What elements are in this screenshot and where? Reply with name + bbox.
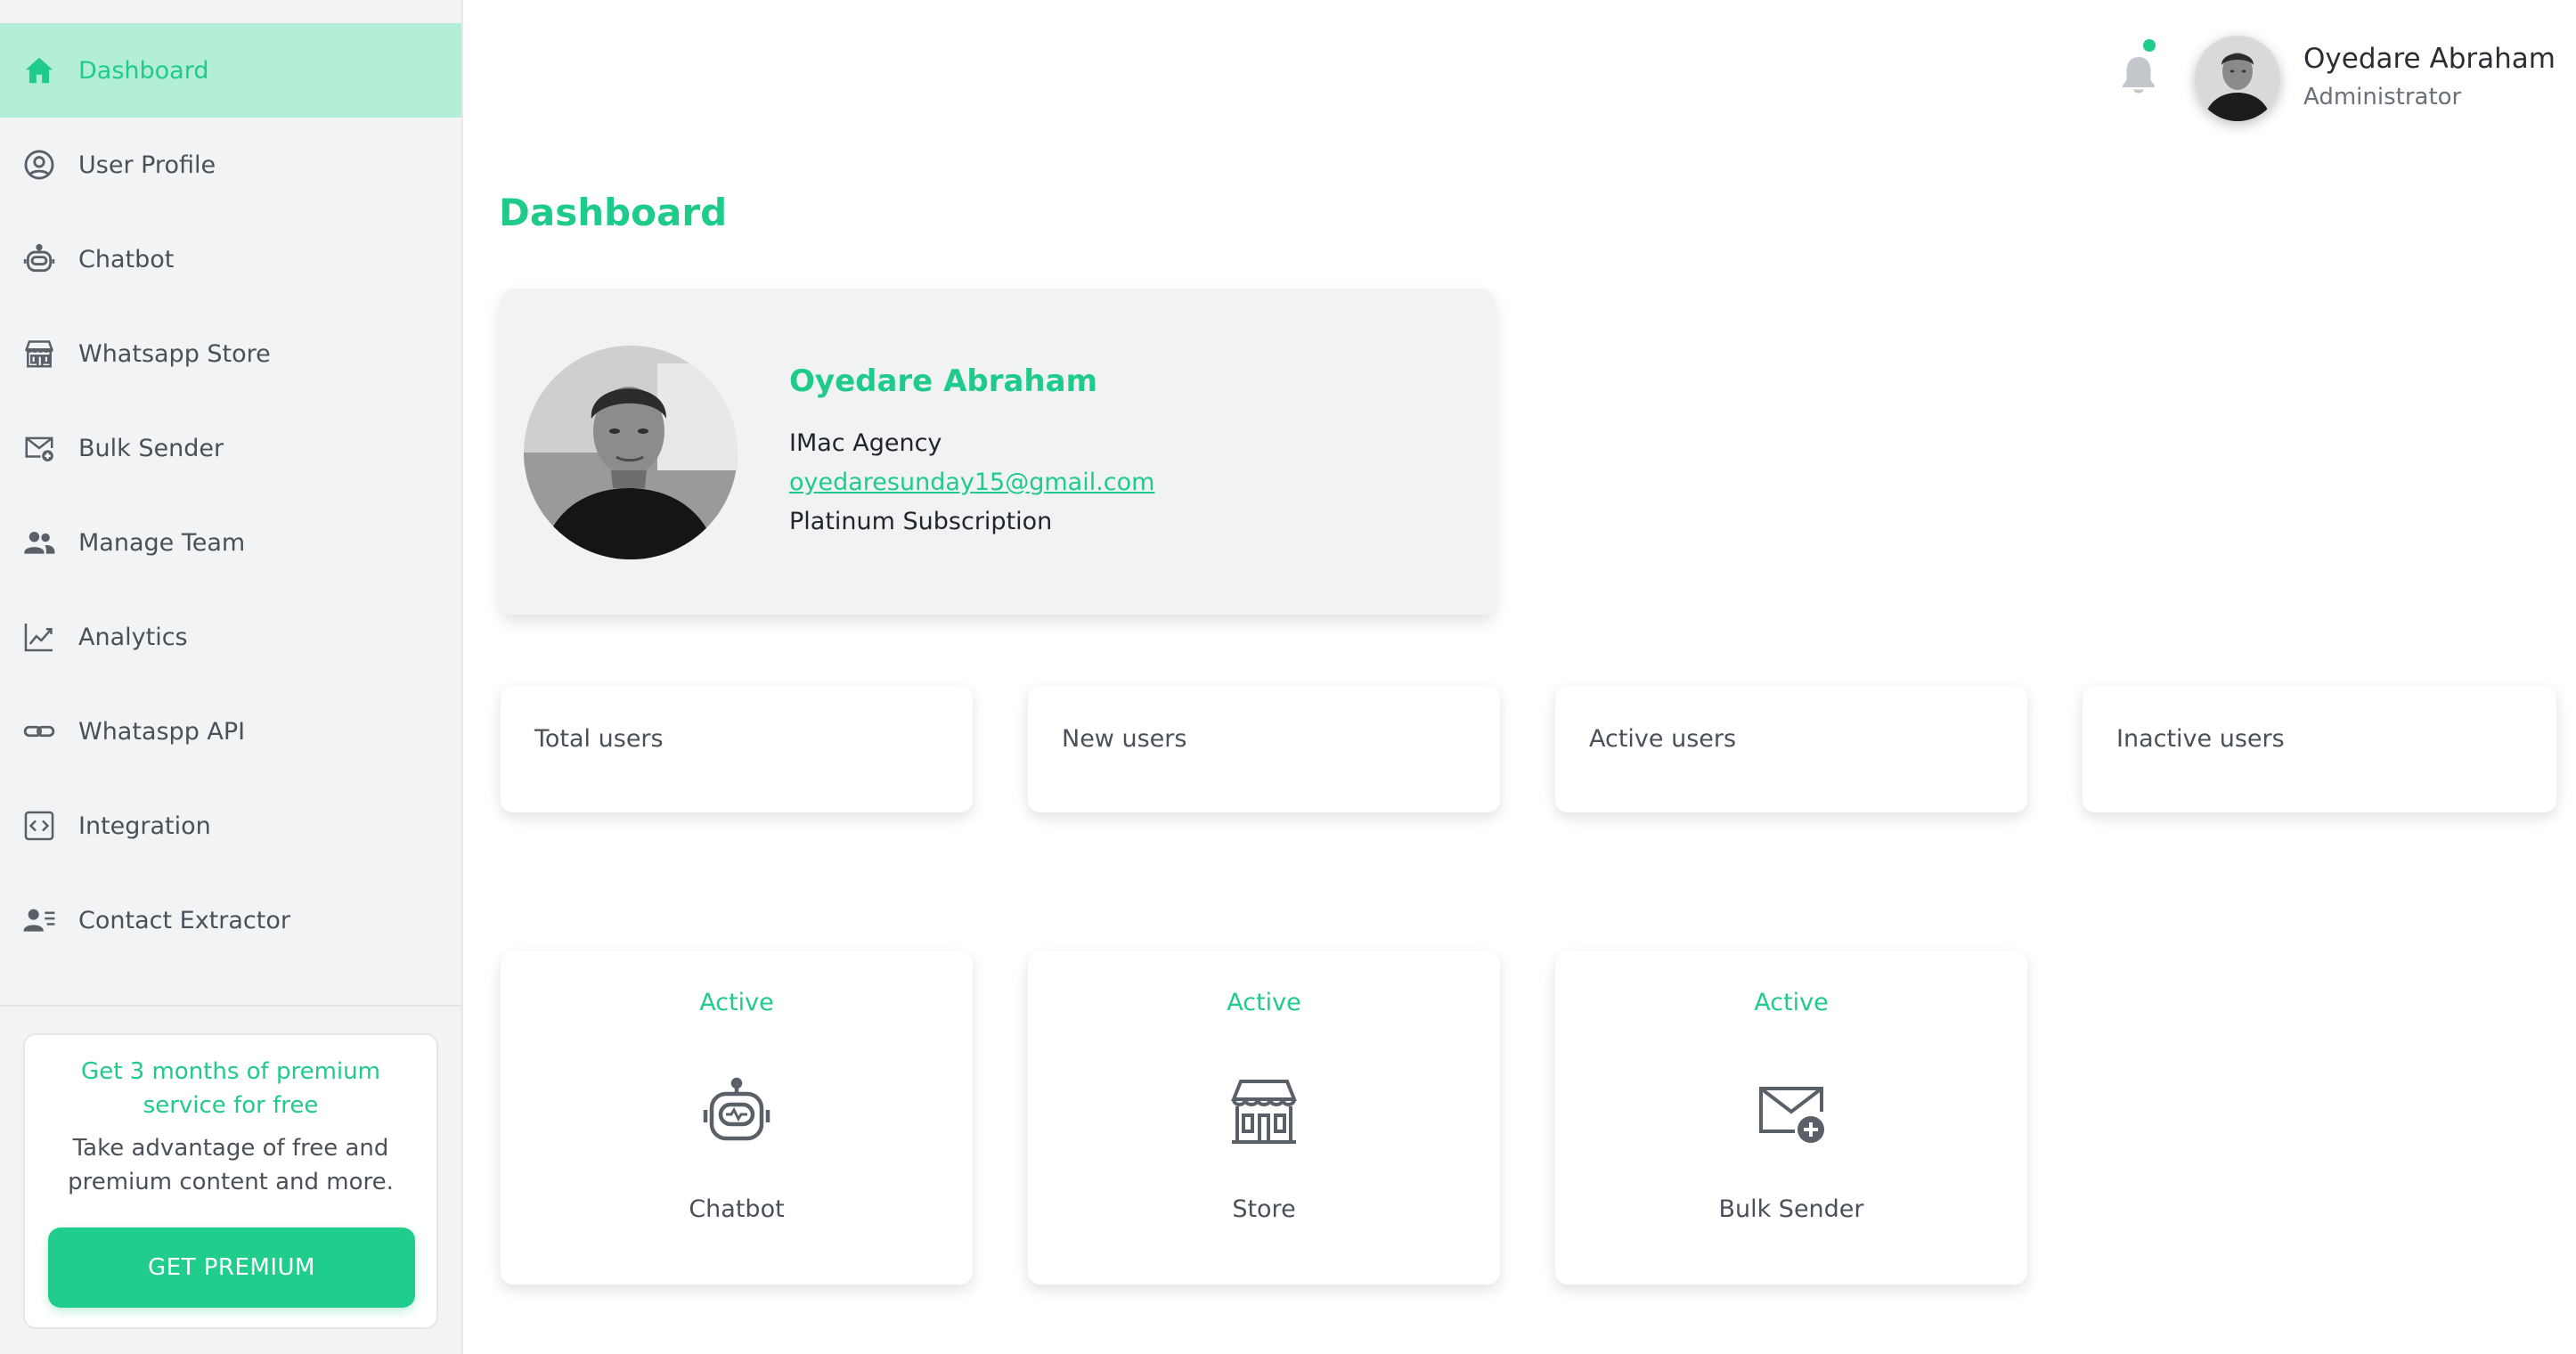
link-icon: [21, 714, 57, 749]
sidebar-item-label: User Profile: [78, 151, 216, 179]
sidebar-item-partial[interactable]: [0, 967, 461, 1005]
service-card-bulk-sender[interactable]: Active Bulk Sender: [1555, 951, 2027, 1285]
sidebar-item-manage-team[interactable]: Manage Team: [0, 495, 461, 590]
service-status: Active: [1227, 989, 1301, 1016]
sidebar-divider: [0, 1005, 461, 1007]
stat-card-active-users: Active users: [1555, 686, 2027, 812]
stat-card-inactive-users: Inactive users: [2083, 686, 2556, 812]
profile-subscription: Platinum Subscription: [789, 508, 1053, 535]
home-icon: [21, 53, 57, 88]
team-icon: [21, 525, 57, 560]
stat-label: New users: [1062, 725, 1187, 753]
chart-line-icon: [21, 619, 57, 655]
stat-card-total-users: Total users: [501, 686, 973, 812]
sidebar-item-label: Bulk Sender: [78, 434, 224, 462]
sidebar-item-chatbot[interactable]: Chatbot: [0, 212, 461, 306]
profile-avatar: [524, 346, 738, 559]
sidebar-item-label: Whatsapp Store: [78, 339, 271, 368]
sidebar-item-analytics[interactable]: Analytics: [0, 590, 461, 684]
sidebar-item-contact-extractor[interactable]: Contact Extractor: [0, 873, 461, 967]
contact-list-icon: [21, 902, 57, 938]
sidebar-item-integration[interactable]: Integration: [0, 779, 461, 873]
code-icon: [21, 808, 57, 844]
header-user-role: Administrator: [2303, 84, 2462, 110]
profile-email-link[interactable]: oyedaresunday15@gmail.com: [789, 469, 1154, 496]
sidebar-item-bulk-sender[interactable]: Bulk Sender: [0, 401, 461, 495]
service-label: Store: [1232, 1195, 1296, 1223]
profile-company: IMac Agency: [789, 429, 942, 457]
service-card-store[interactable]: Active Store: [1028, 951, 1500, 1285]
premium-promo-card: Get 3 months of premium service for free…: [23, 1033, 438, 1329]
user-circle-icon: [21, 147, 57, 183]
store-icon: [21, 336, 57, 371]
header-user-name: Oyedare Abraham: [2303, 43, 2556, 75]
header-avatar[interactable]: [2195, 36, 2280, 121]
service-card-chatbot[interactable]: Active Chatbot: [501, 951, 973, 1285]
cloud-icon: [21, 997, 57, 1005]
sidebar-nav: Dashboard User Profile Chatbot Whatsapp …: [0, 23, 461, 1005]
mail-plus-icon: [1756, 1076, 1827, 1147]
service-status: Active: [699, 989, 774, 1016]
robot-icon: [21, 241, 57, 277]
sidebar-item-label: Whataspp API: [78, 717, 246, 746]
robot-icon: [701, 1076, 772, 1147]
stat-label: Inactive users: [2116, 725, 2285, 753]
service-label: Bulk Sender: [1718, 1195, 1864, 1223]
stat-label: Active users: [1589, 725, 1737, 753]
get-premium-button[interactable]: GET PREMIUM: [48, 1228, 415, 1308]
promo-title: Get 3 months of premium service for free: [81, 1058, 380, 1119]
page-title: Dashboard: [499, 191, 728, 234]
notification-dot: [2143, 39, 2156, 52]
promo-text: Take advantage of free and premium conte…: [68, 1135, 394, 1195]
profile-name: Oyedare Abraham: [789, 363, 1098, 399]
sidebar-item-label: Dashboard: [78, 56, 209, 85]
service-label: Chatbot: [689, 1195, 785, 1223]
sidebar-item-whatsapp-api[interactable]: Whataspp API: [0, 684, 461, 779]
sidebar-item-label: Analytics: [78, 623, 188, 651]
sidebar: Dashboard User Profile Chatbot Whatsapp …: [0, 0, 463, 1354]
sidebar-item-label: Integration: [78, 812, 211, 840]
service-status: Active: [1754, 989, 1829, 1016]
stat-label: Total users: [534, 725, 664, 753]
sidebar-item-whatsapp-store[interactable]: Whatsapp Store: [0, 306, 461, 401]
mail-plus-icon: [21, 430, 57, 466]
sidebar-item-label: Chatbot: [78, 245, 175, 273]
sidebar-item-label: Contact Extractor: [78, 906, 290, 934]
stat-card-new-users: New users: [1028, 686, 1500, 812]
profile-card: Oyedare Abraham IMac Agency oyedaresunda…: [501, 289, 1495, 615]
store-icon: [1228, 1076, 1300, 1147]
sidebar-item-label: Manage Team: [78, 528, 246, 557]
sidebar-item-user-profile[interactable]: User Profile: [0, 118, 461, 212]
sidebar-item-dashboard[interactable]: Dashboard: [0, 23, 461, 118]
